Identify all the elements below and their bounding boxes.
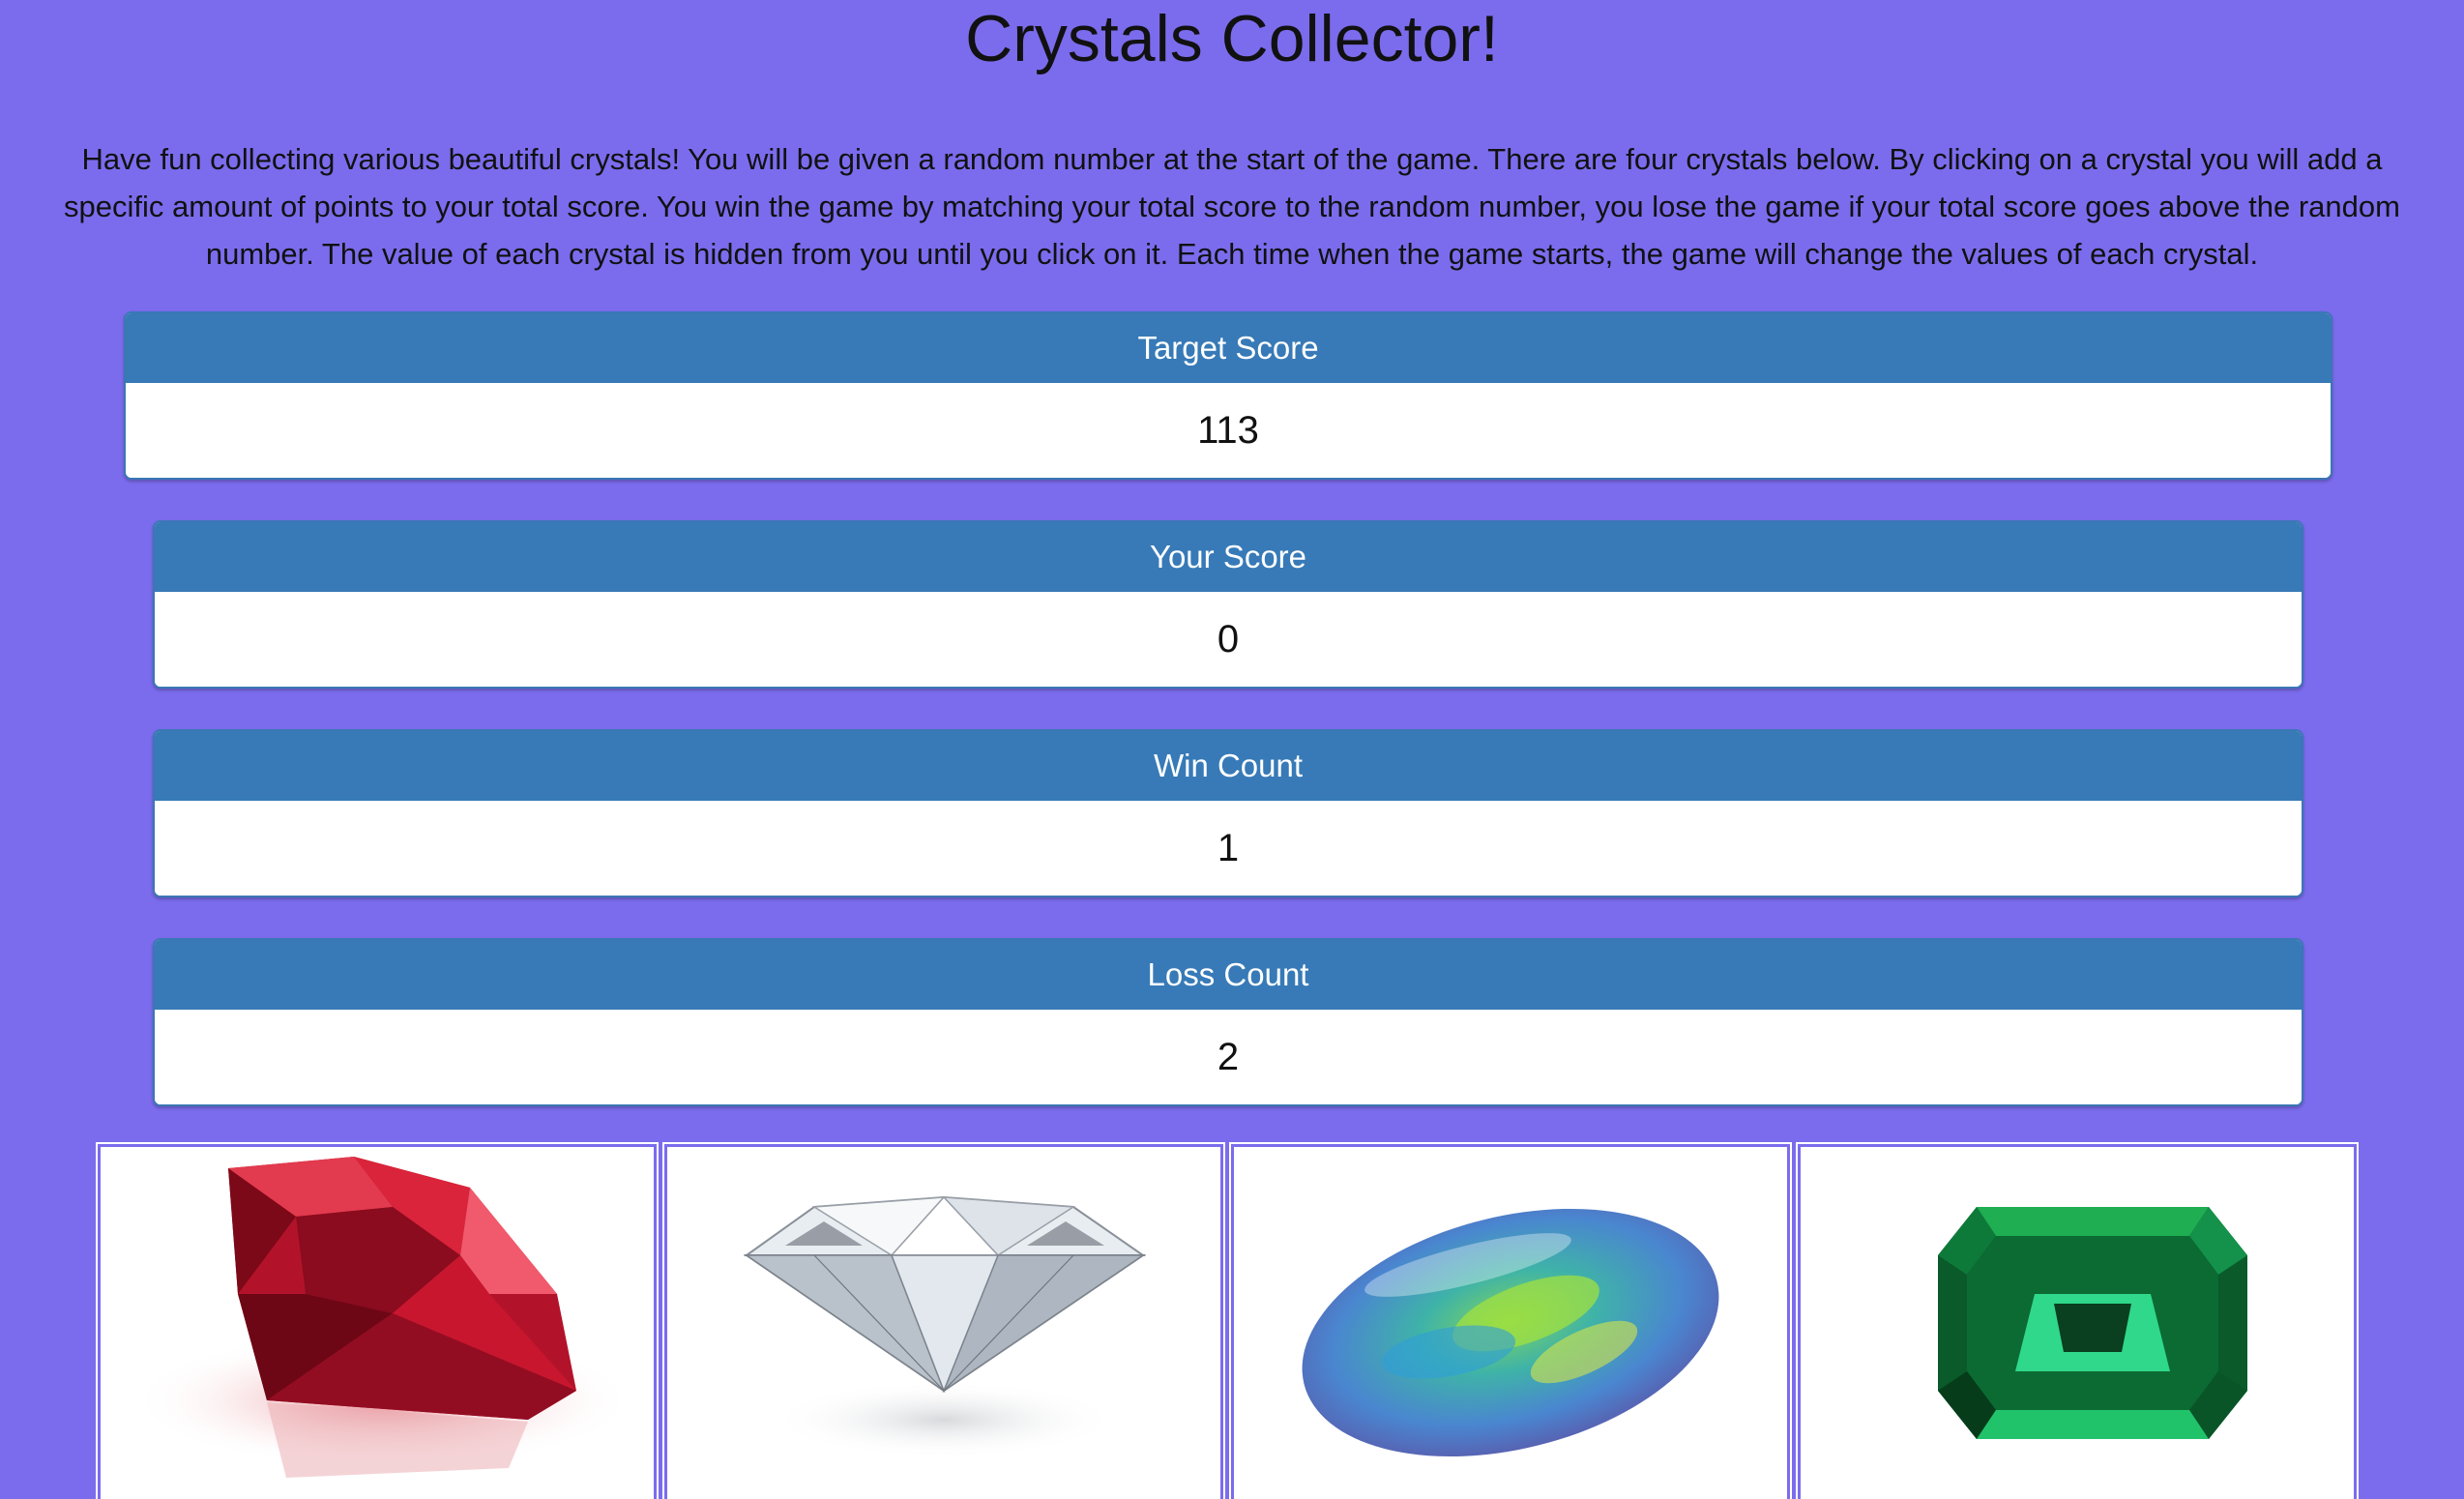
your-score-label: Your Score: [155, 522, 2302, 592]
ruby-crystal-image: [132, 1157, 634, 1478]
win-count-panel: Win Count 1: [153, 729, 2303, 897]
game-instructions: Have fun collecting various beautiful cr…: [64, 142, 2400, 271]
diamond-crystal-image: [743, 1195, 1147, 1458]
loss-count-value: 2: [155, 1010, 2302, 1104]
your-score-panel: Your Score 0: [153, 520, 2303, 689]
target-score-value: 113: [126, 383, 2331, 478]
emerald-crystal-button[interactable]: [1801, 1147, 2354, 1499]
diamond-crystal-button[interactable]: [667, 1147, 1220, 1499]
opal-crystal-image: [1302, 1208, 1719, 1457]
win-count-label: Win Count: [155, 731, 2302, 801]
your-score-value: 0: [155, 592, 2302, 687]
emerald-crystal-image: [1938, 1207, 2247, 1439]
target-score-label: Target Score: [126, 313, 2331, 383]
ruby-crystal-button[interactable]: [101, 1147, 654, 1499]
loss-count-panel: Loss Count 2: [153, 938, 2303, 1106]
win-count-value: 1: [155, 801, 2302, 896]
loss-count-label: Loss Count: [155, 940, 2302, 1010]
opal-crystal-button[interactable]: [1234, 1147, 1787, 1499]
target-score-panel: Target Score 113: [124, 311, 2332, 480]
page-title: Crystals Collector!: [965, 2, 1499, 75]
